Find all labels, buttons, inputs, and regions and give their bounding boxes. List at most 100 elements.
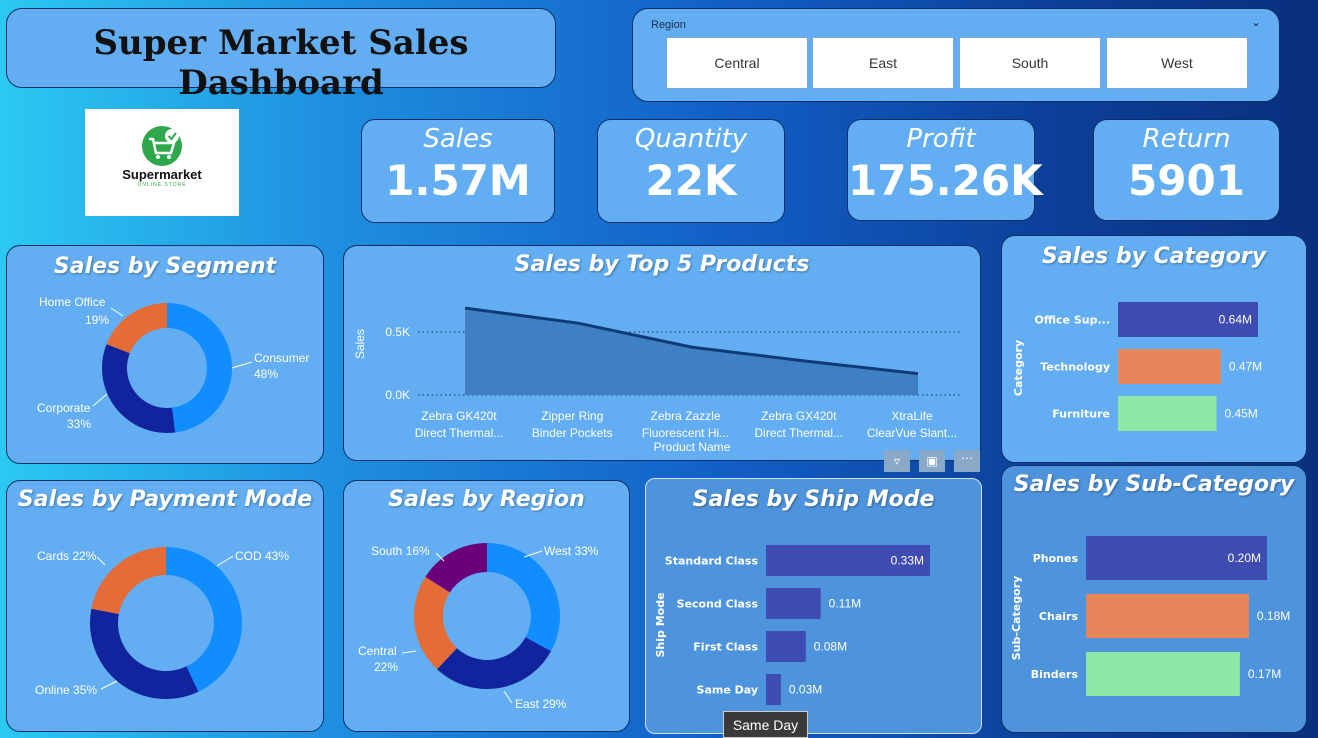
top5-chart: 0.0K 0.5K Zebra GK420t Direct Thermal... Zip…	[353, 306, 960, 454]
category-label: Binders	[1031, 668, 1079, 681]
segment-chart: Consumer 48% Corporate 33% Home Office 19%	[37, 295, 309, 433]
x-tick-label: Zebra GX420t	[761, 409, 837, 423]
slicer-option-west[interactable]: West	[1106, 37, 1248, 89]
data-label: Corporate	[37, 401, 91, 415]
category-label: Office Sup...	[1034, 314, 1110, 327]
payment-chart: COD 43% Online 35% Cards 22%	[35, 547, 289, 699]
leader-line	[503, 690, 513, 704]
shipmode-chart: Standard Class 0.33M Second Class 0.11M Firs…	[654, 545, 930, 705]
x-tick-label: ClearVue Slant...	[867, 426, 957, 440]
x-axis-label: Product Name	[654, 440, 731, 454]
x-tick-label: Binder Pockets	[532, 426, 613, 440]
y-axis-label: Sales	[353, 329, 367, 359]
donut-slice	[102, 344, 176, 433]
subcategory-chart: Phones 0.20M Chairs 0.18M Binders 0.17M Sub-Ca…	[1010, 536, 1290, 696]
category-label: Same Day	[697, 684, 758, 697]
title-card: Super Market Sales Dashboard	[6, 8, 556, 103]
donut-slice	[167, 303, 233, 433]
logo-name: Supermarket	[122, 167, 202, 182]
data-label: West 33%	[544, 544, 599, 558]
y-tick-label: 0.5K	[385, 325, 410, 339]
donut-slice	[487, 543, 560, 652]
data-label: 22%	[374, 660, 398, 674]
leader-line	[110, 307, 124, 317]
donut-slice	[437, 637, 551, 689]
leader-line	[216, 555, 234, 567]
data-label: Home Office	[39, 295, 106, 309]
data-label: Cards 22%	[37, 549, 97, 563]
y-axis-label: Category	[1012, 340, 1025, 396]
data-label: 33%	[67, 417, 91, 431]
data-label: 0.47M	[1229, 360, 1262, 374]
x-tick-label: Direct Thermal...	[755, 426, 843, 440]
shipmode-chart-card: Sales by Ship Mode Standard Class 0.33M Se…	[645, 478, 982, 734]
data-label: East 29%	[515, 697, 567, 711]
kpi-profit-label: Profit	[906, 124, 976, 154]
kpi-quantity-label: Quantity	[634, 124, 748, 154]
category-label: Second Class	[677, 598, 759, 611]
bar	[1118, 349, 1221, 384]
slicer-option-south[interactable]: South	[959, 37, 1101, 89]
kpi-return-value: 5901	[1128, 156, 1245, 205]
leader-line	[92, 393, 108, 407]
data-label: Central	[358, 644, 397, 658]
data-label: Consumer	[254, 351, 309, 365]
logo-tagline: ONLINE STORE	[137, 182, 187, 188]
data-label: 0.03M	[789, 683, 822, 697]
filter-icon[interactable]: ▿	[884, 450, 910, 472]
category-label: First Class	[693, 641, 758, 654]
data-label: 0.08M	[814, 640, 847, 654]
data-label: 0.20M	[1228, 551, 1261, 565]
kpi-sales-label: Sales	[423, 124, 493, 154]
kpi-return-label: Return	[1142, 124, 1231, 154]
x-tick-label: Zebra Zazzle	[650, 409, 720, 423]
data-label: South 16%	[371, 544, 430, 558]
kpi-sales-card: Sales 1.57M	[361, 119, 555, 223]
leader-line	[523, 550, 543, 558]
slicer-option-central[interactable]: Central	[666, 37, 808, 89]
region-slicer: Region ⌄ Central East South West	[632, 8, 1280, 102]
dashboard-title: Super Market Sales Dashboard	[93, 23, 469, 103]
leader-line	[231, 361, 253, 369]
donut-slice	[91, 547, 166, 615]
data-label: Online 35%	[35, 683, 97, 697]
bar	[1086, 594, 1249, 638]
kpi-quantity-card: Quantity 22K	[597, 119, 785, 223]
category-chart-card: Sales by Category Office Sup... 0.64M Tech…	[1001, 235, 1307, 463]
bar	[766, 588, 821, 619]
x-tick-label: Zipper Ring	[541, 409, 603, 423]
x-tick-label: XtraLife	[891, 409, 933, 423]
kpi-return-card: Return 5901	[1093, 119, 1280, 221]
shopping-cart-icon	[142, 126, 182, 166]
category-label: Furniture	[1052, 408, 1110, 421]
data-label: COD 43%	[235, 549, 289, 563]
y-tick-label: 0.0K	[385, 388, 410, 402]
x-tick-label: Zebra GK420t	[421, 409, 497, 423]
segment-chart-card: Sales by Segment Consumer 48% Corporate 33%…	[6, 245, 324, 464]
data-label: 0.64M	[1219, 313, 1252, 327]
kpi-sales-value: 1.57M	[385, 156, 531, 205]
category-label: Technology	[1040, 361, 1110, 374]
kpi-quantity-value: 22K	[645, 156, 737, 205]
data-label: 0.18M	[1257, 609, 1290, 623]
subcategory-chart-card: Sales by Sub-Category Phones 0.20M Chairs 0…	[1001, 465, 1307, 733]
bar	[1086, 652, 1240, 696]
more-options-icon[interactable]: ⋯	[954, 450, 980, 472]
focus-mode-icon[interactable]: ▣	[919, 450, 945, 472]
bar	[1118, 396, 1217, 431]
leader-line	[96, 556, 106, 566]
chevron-down-icon[interactable]: ⌄	[1251, 15, 1261, 29]
y-axis-label: Ship Mode	[654, 592, 667, 657]
data-label: 48%	[254, 367, 278, 381]
area-fill	[465, 308, 918, 395]
leader-line	[401, 650, 417, 654]
kpi-profit-value: 175.26K	[848, 156, 1043, 205]
donut-slice	[89, 608, 199, 699]
category-label: Standard Class	[665, 555, 759, 568]
region-chart: West 33% East 29% Central 22% South 16%	[358, 543, 599, 711]
slicer-label: Region	[651, 19, 686, 31]
y-axis-label: Sub-Category	[1010, 576, 1023, 660]
slicer-option-east[interactable]: East	[812, 37, 954, 89]
category-label: Phones	[1033, 552, 1079, 565]
logo: Supermarket ONLINE STORE	[85, 109, 239, 216]
